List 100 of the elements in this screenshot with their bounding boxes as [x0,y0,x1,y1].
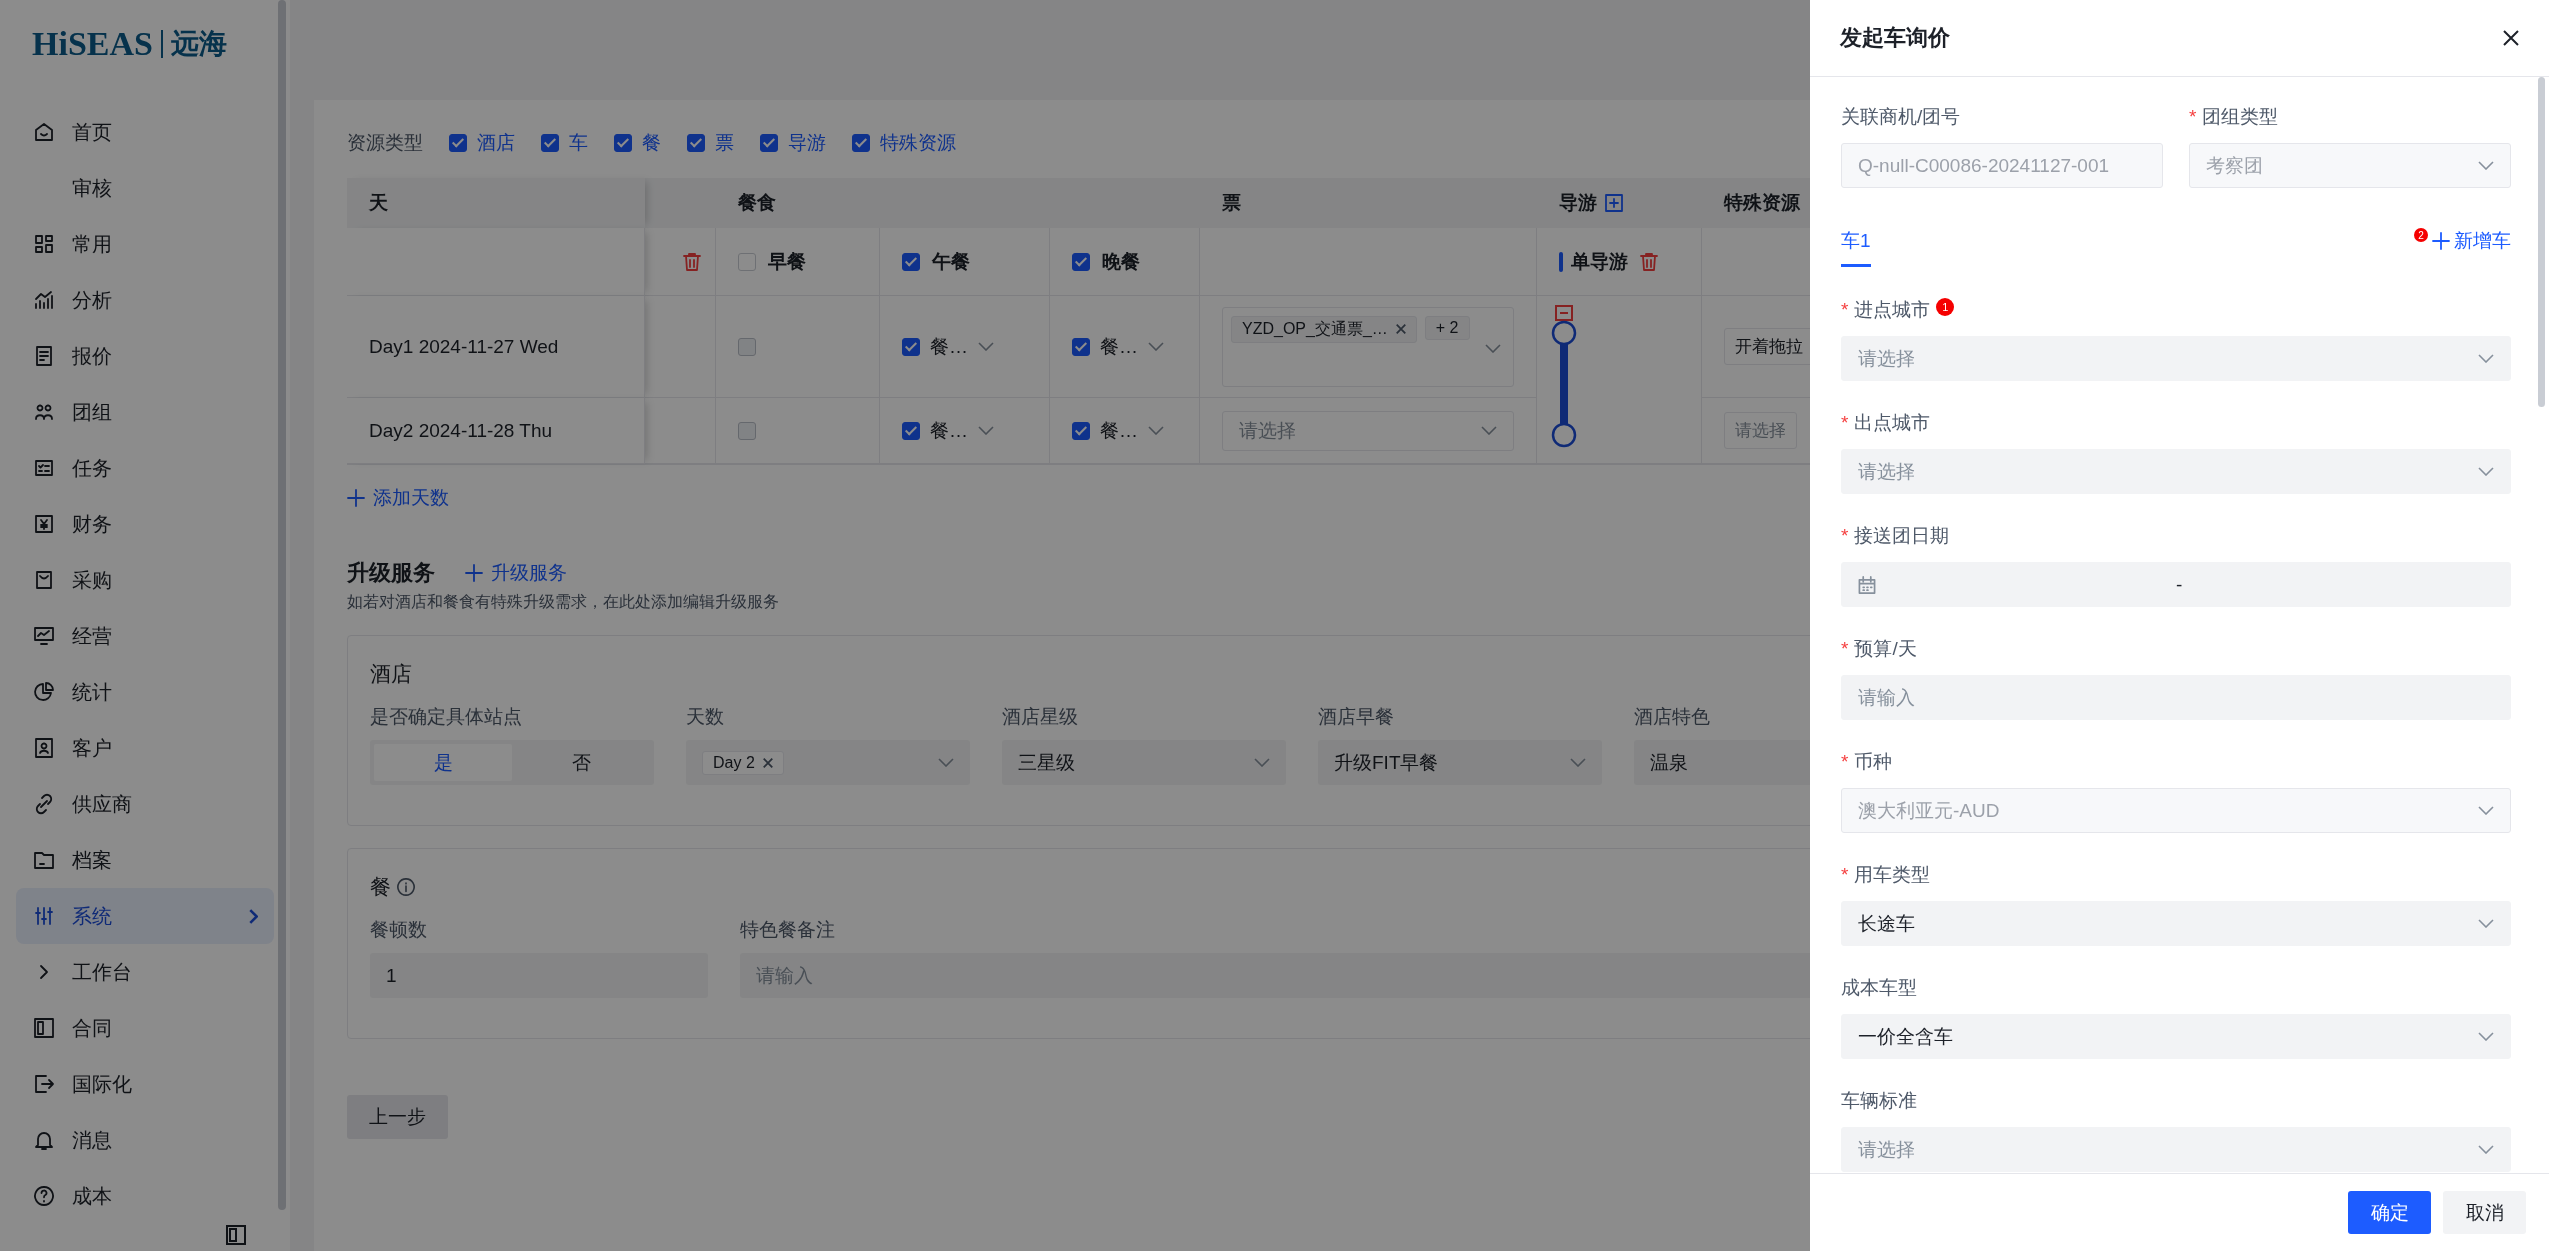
segment-option[interactable]: 是 [374,744,512,781]
meal-select[interactable]: 餐… [930,417,968,444]
field-label: 资源类型 [347,131,423,155]
checkbox[interactable] [687,134,705,152]
field-label: * 用车类型 [1841,863,1931,887]
checkbox-label[interactable]: 票 [715,130,734,156]
tab[interactable]: 车1 [1841,228,1871,267]
checkbox[interactable] [760,134,778,152]
field-label: * 进点城市 [1841,298,1931,322]
nav-item[interactable]: 任务 [16,440,274,496]
monitor-icon [32,624,56,648]
nav-item[interactable]: 统计 [16,664,274,720]
field-label: * 预算/天 [1841,637,1917,661]
chevron-down-icon [2478,1145,2494,1154]
checkbox[interactable] [541,134,559,152]
chevron-down-icon [978,426,994,435]
ticket-select[interactable]: YZD_OP_交通票_… + 2 [1222,306,1514,387]
nav-item[interactable]: 客户 [16,720,274,776]
checkbox[interactable] [738,337,756,356]
field-label: * 出点城市 [1841,411,1931,435]
segment-option[interactable]: 否 [512,744,650,781]
calendar-icon [1858,575,1876,594]
info-icon[interactable] [397,878,415,896]
select-field[interactable]: 请选择 [1841,336,2511,381]
field-label: 酒店早餐 [1318,705,1394,729]
more-count: + 2 [1424,315,1470,340]
checkbox[interactable] [449,134,467,152]
nav-item[interactable]: 首页 [16,104,274,160]
back-button[interactable]: 上一步 [347,1095,448,1139]
chevron-down-icon [1254,758,1270,767]
section-hint: 如若对酒店和餐食有特殊升级需求，在此处添加编辑升级服务 [347,592,780,612]
nav-item[interactable]: 团组 [16,384,274,440]
add-upgrade-link[interactable]: 升级服务 [465,560,567,586]
checkbox[interactable] [852,134,870,152]
nav-item[interactable]: 报价 [16,328,274,384]
cancel-button[interactable]: 取消 [2443,1191,2526,1234]
input-field[interactable]: 请输入 [1841,675,2511,720]
checkbox[interactable] [902,421,920,440]
nav-item[interactable]: 工作台 [16,944,274,1000]
chevron-down-icon [2478,919,2494,928]
nav-item[interactable]: 常用 [16,216,274,272]
nav-item[interactable]: 档案 [16,832,274,888]
select-field[interactable]: 升级FIT早餐 [1318,740,1602,785]
nav-item[interactable]: 分析 [16,272,274,328]
checkbox-label[interactable]: 特殊资源 [880,130,956,156]
checkbox-label[interactable]: 车 [569,130,588,156]
tag: YZD_OP_交通票_… [1231,315,1417,343]
checkbox-label[interactable]: 导游 [788,130,826,156]
nav-item[interactable]: 采购 [16,552,274,608]
chevron-right-icon [249,908,258,924]
add-icon[interactable] [1605,194,1623,212]
checkbox[interactable] [738,421,756,440]
add-day-link[interactable]: 添加天数 [347,485,449,511]
select-field[interactable]: 长途车 [1841,901,2511,946]
nav-item[interactable]: 合同 [16,1000,274,1056]
delete-icon[interactable] [683,252,701,271]
column-header: 票 [1200,178,1537,228]
close-icon[interactable] [2503,30,2519,46]
logo-text: HiSEAS [32,25,153,63]
collapse-icon[interactable] [224,1223,248,1247]
checkbox[interactable] [1072,337,1090,356]
checkbox[interactable] [902,337,920,356]
checkbox-label[interactable]: 餐 [642,130,661,156]
meal-select[interactable]: 餐… [1100,417,1138,444]
select-field[interactable]: 请选择 [1841,449,2511,494]
checkbox-label[interactable]: 晚餐 [1102,248,1140,275]
meal-select[interactable]: 餐… [1100,333,1138,360]
add-car-link[interactable]: 新增车 [2432,228,2511,254]
column-header: 餐食 [716,178,1200,228]
nav-item[interactable]: 财务 [16,496,274,552]
checkbox[interactable] [1072,252,1090,271]
plus-icon [347,489,365,507]
nav-item[interactable]: 供应商 [16,776,274,832]
confirm-button[interactable]: 确定 [2348,1191,2431,1234]
nav-item[interactable]: 经营 [16,608,274,664]
input-field[interactable]: 1 [370,953,708,998]
chevron-down-icon [1485,343,1501,353]
field-label: 关联商机/团号 [1841,105,1961,129]
meal-select[interactable]: 餐… [930,333,968,360]
count-badge: 2 [2414,228,2428,242]
checkbox[interactable] [902,252,920,271]
checkbox[interactable] [1072,421,1090,440]
chevron-down-icon [1570,758,1586,767]
checkbox-label[interactable]: 午餐 [932,248,970,275]
nav-item[interactable]: 审核 [16,160,274,216]
select-field[interactable]: 三星级 [1002,740,1286,785]
delete-icon[interactable] [1640,252,1658,271]
nav-item[interactable]: 国际化 [16,1056,274,1112]
nav-item[interactable]: 成本 [16,1168,274,1224]
nav-item[interactable]: 系统 [16,888,274,944]
checkbox-label[interactable]: 酒店 [477,130,515,156]
checkbox-label[interactable]: 早餐 [768,248,806,275]
select-field[interactable]: 一价全含车 [1841,1014,2511,1059]
days-select[interactable]: Day 2 [686,740,970,785]
checkbox[interactable] [614,134,632,152]
nav-item[interactable]: 消息 [16,1112,274,1168]
card-title: 酒店 [370,661,413,687]
select-field[interactable]: 请选择 [1841,1127,2511,1172]
date-range-field[interactable]: - [1841,562,2511,607]
chevron-down-icon [2478,1032,2494,1041]
